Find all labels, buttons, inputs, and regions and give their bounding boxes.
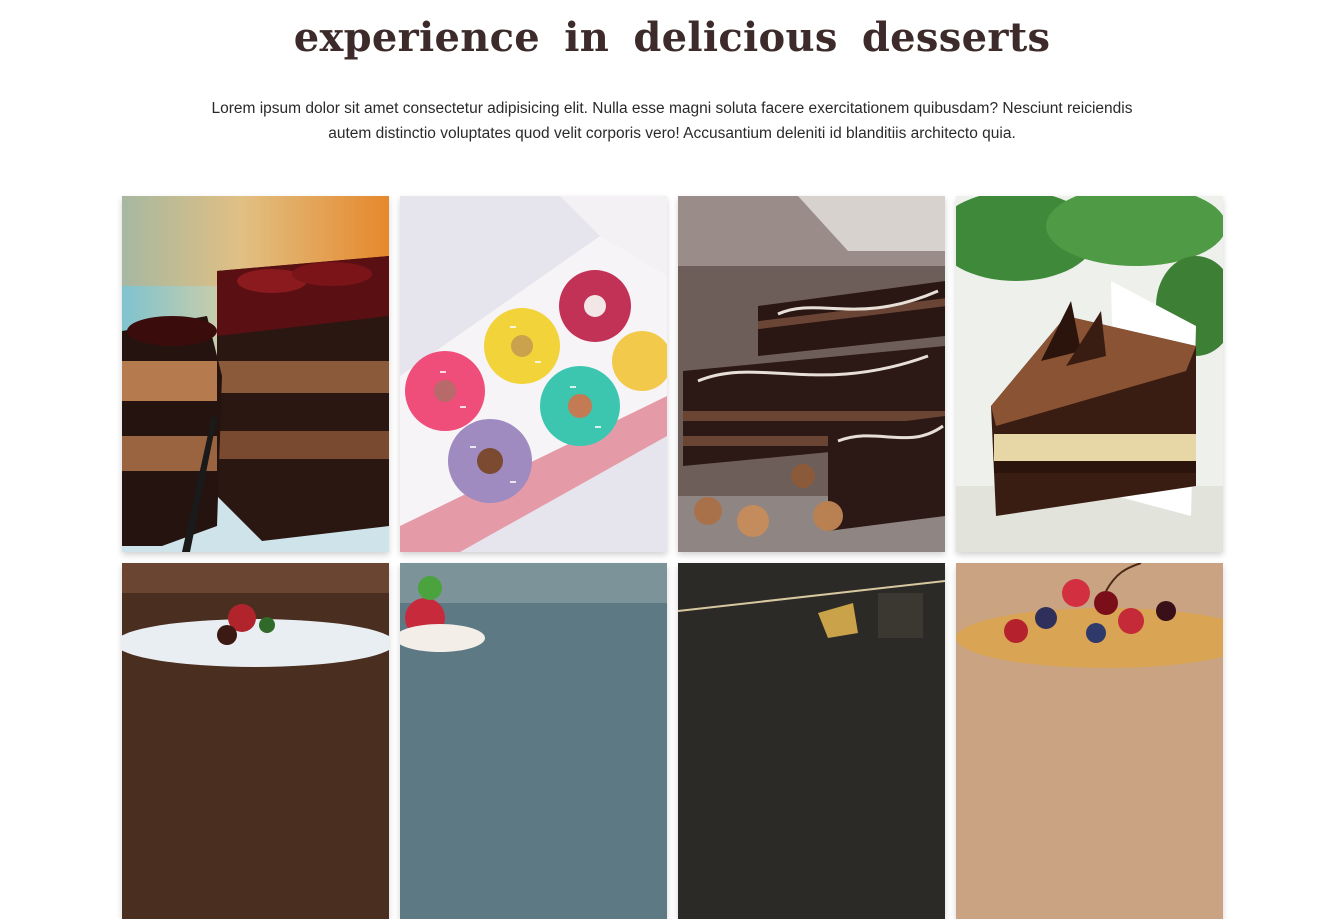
strawberry-cupcake-image[interactable]	[400, 563, 667, 919]
donut-box-image[interactable]	[400, 196, 667, 552]
section-heading: experience in delicious desserts	[293, 14, 1051, 61]
section-intro: Lorem ipsum dolor sit amet consectetur a…	[211, 100, 1133, 142]
tiramisu-slice-image[interactable]	[956, 196, 1223, 552]
berry-tart-image[interactable]	[956, 563, 1223, 919]
chocolate-cake-slice-image[interactable]	[122, 196, 389, 552]
cream-tart-image[interactable]	[122, 563, 389, 919]
dessert-gallery	[122, 196, 1223, 919]
opera-cake-image[interactable]	[678, 196, 945, 552]
dark-dessert-image[interactable]	[678, 563, 945, 919]
